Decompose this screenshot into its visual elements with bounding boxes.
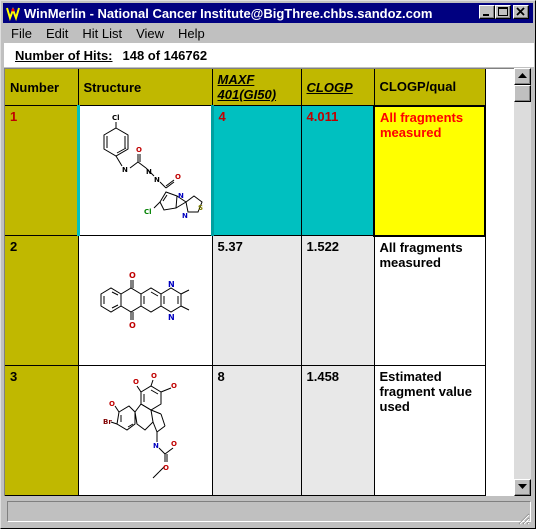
- molecule-structure-image: O O O Br O N O O: [103, 372, 177, 479]
- atom-label: N: [154, 176, 160, 184]
- scroll-down-button[interactable]: [514, 479, 531, 496]
- close-icon: [516, 7, 525, 16]
- maxf-value[interactable]: 8: [212, 365, 302, 496]
- table-row[interactable]: 3 O O O Br O N O O 8 1.458 Estimated fra…: [5, 365, 486, 496]
- header-structure[interactable]: Structure: [78, 69, 213, 106]
- atom-label: Cl: [112, 114, 120, 122]
- arrow-down-icon: [518, 484, 527, 489]
- structure-cell[interactable]: O O O Br O N O O: [78, 365, 213, 496]
- hits-bar: Number of Hits: 148 of 146762: [4, 43, 534, 67]
- structure-cell[interactable]: Cl N N O N O Cl N S N: [76, 105, 214, 236]
- row-number[interactable]: 3: [5, 365, 79, 496]
- atom-label: N: [168, 313, 175, 322]
- clogp-qual-value[interactable]: All fragments measured: [373, 104, 486, 237]
- header-clogp-qual[interactable]: CLOGP/qual: [374, 69, 486, 106]
- maximize-button[interactable]: [495, 5, 511, 19]
- resize-grip-icon[interactable]: [518, 513, 530, 525]
- title-bar[interactable]: WinMerlin - National Cancer Institute@Bi…: [3, 3, 533, 23]
- scroll-thumb[interactable]: [514, 85, 531, 102]
- atom-label: N: [182, 212, 188, 220]
- structure-cell[interactable]: O N N O: [78, 235, 213, 366]
- minimize-icon: [483, 14, 489, 16]
- results-grid: Number Structure MAXF 401(GI50) CLOGP CL…: [4, 68, 514, 496]
- atom-label: O: [133, 378, 139, 386]
- menu-edit[interactable]: Edit: [39, 26, 75, 41]
- winmerlin-app-icon: [5, 5, 21, 21]
- atom-label: O: [136, 146, 142, 154]
- atom-label: N: [146, 168, 152, 176]
- clogp-qual-value[interactable]: Estimated fragment value used: [374, 365, 486, 496]
- menu-bar: File Edit Hit List View Help: [3, 24, 533, 42]
- atom-label: O: [151, 372, 157, 380]
- app-window: WinMerlin - National Cancer Institute@Bi…: [0, 0, 536, 529]
- atom-label: N: [153, 442, 159, 450]
- atom-label: O: [129, 271, 136, 280]
- maxf-value[interactable]: 5.37: [212, 235, 302, 366]
- molecule-structure-image: Cl N N O N O Cl N S N: [103, 114, 203, 220]
- table-row[interactable]: 2 O N N O 5.37 1.522 All fragments measu…: [5, 235, 486, 366]
- header-maxf[interactable]: MAXF 401(GI50): [212, 69, 302, 106]
- window-title: WinMerlin - National Cancer Institute@Bi…: [24, 5, 433, 21]
- hits-label: Number of Hits:: [15, 47, 113, 63]
- atom-label: Cl: [144, 208, 152, 216]
- atom-label: O: [175, 173, 181, 181]
- menu-file[interactable]: File: [3, 26, 39, 41]
- atom-label: Br: [103, 418, 112, 426]
- scroll-up-button[interactable]: [514, 68, 531, 85]
- atom-label: S: [198, 204, 203, 212]
- minimize-button[interactable]: [479, 5, 495, 19]
- hits-value: 148 of 146762: [122, 47, 208, 63]
- clogp-value[interactable]: 4.011: [301, 105, 375, 236]
- atom-label: N: [178, 192, 184, 200]
- clogp-qual-value[interactable]: All fragments measured: [374, 235, 486, 366]
- status-bar: [7, 501, 531, 522]
- atom-label: O: [129, 321, 136, 330]
- clogp-value[interactable]: 1.522: [301, 235, 375, 366]
- header-clogp[interactable]: CLOGP: [301, 69, 375, 106]
- header-number[interactable]: Number: [5, 69, 79, 106]
- maximize-icon: [498, 7, 508, 16]
- row-number[interactable]: 1: [5, 105, 79, 236]
- vertical-scrollbar[interactable]: [514, 68, 531, 496]
- atom-label: N: [168, 280, 175, 289]
- maxf-value[interactable]: 4: [212, 105, 302, 236]
- arrow-up-icon: [518, 73, 527, 78]
- clogp-value[interactable]: 1.458: [301, 365, 375, 496]
- menu-help[interactable]: Help: [171, 26, 212, 41]
- molecule-structure-image: O N N O: [100, 271, 189, 330]
- atom-label: O: [171, 440, 177, 448]
- atom-label: O: [109, 400, 115, 408]
- row-number[interactable]: 2: [5, 235, 79, 366]
- menu-view[interactable]: View: [129, 26, 171, 41]
- table-row[interactable]: 1 Cl N N O N O Cl N S N 4 4.011 All frag…: [5, 104, 486, 237]
- atom-label: O: [171, 382, 177, 390]
- atom-label: N: [122, 166, 128, 174]
- menu-hit-list[interactable]: Hit List: [75, 26, 129, 41]
- atom-label: O: [163, 464, 169, 472]
- close-button[interactable]: [513, 5, 529, 19]
